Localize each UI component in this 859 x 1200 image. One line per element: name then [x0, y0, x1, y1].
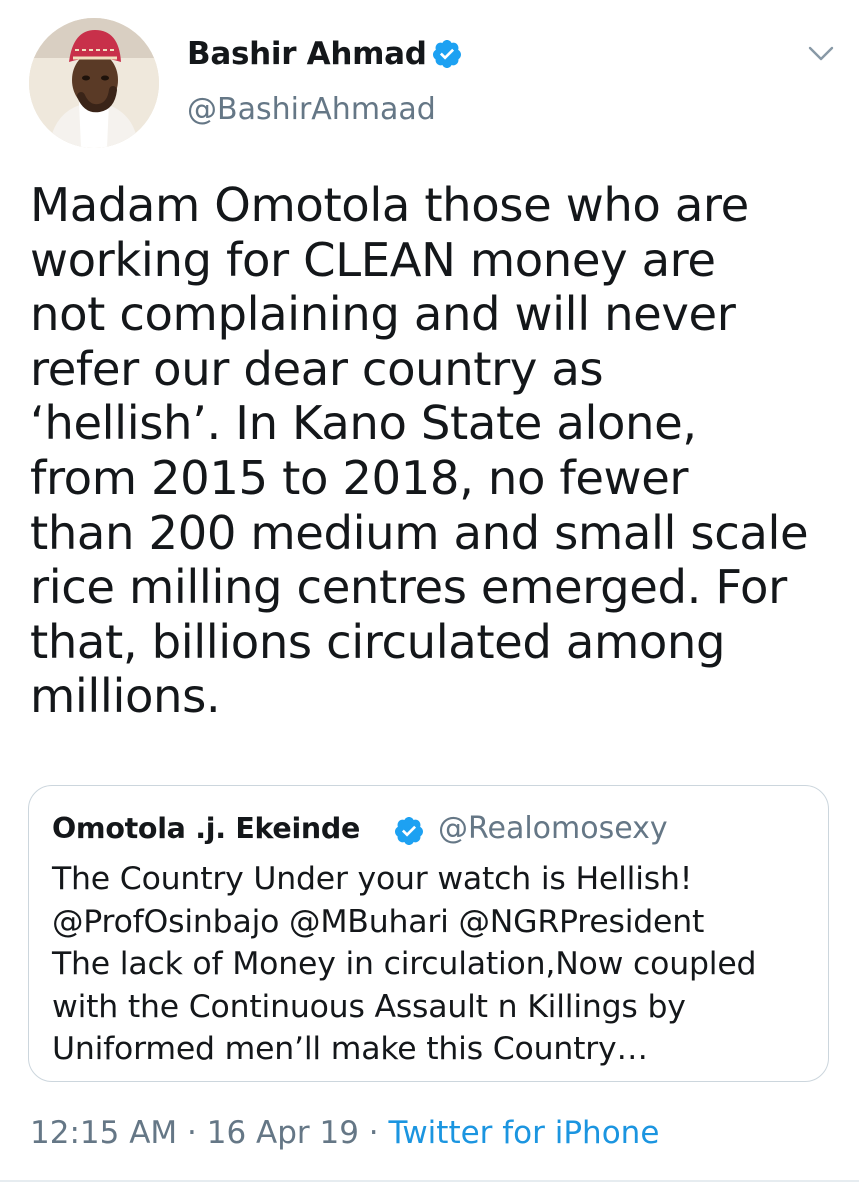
- tweet-text-line: than 200 medium and small scale: [30, 505, 809, 560]
- avatar[interactable]: [29, 18, 159, 148]
- quoted-text-line: The Country Under your watch is Hellish!: [52, 861, 693, 897]
- quoted-author-display-name[interactable]: Omotola .j. Ekeinde: [52, 812, 360, 845]
- verified-badge-icon: [432, 40, 461, 68]
- tweet-source-link[interactable]: Twitter for iPhone: [389, 1115, 660, 1151]
- tweet-time[interactable]: 12:15 AM: [30, 1115, 177, 1151]
- tweet-text-line: rice milling centres emerged. For: [30, 560, 787, 615]
- author-display-name[interactable]: Bashir Ahmad: [187, 36, 427, 72]
- quoted-text-line: Uniformed men’ll make this Country…: [52, 1031, 648, 1067]
- meta-separator: ·: [177, 1115, 207, 1151]
- tweet-text-line: refer our dear country as: [30, 341, 604, 396]
- tweet-metadata: 12:15 AM · 16 Apr 19 · Twitter for iPhon…: [30, 1115, 659, 1151]
- tweet-date[interactable]: 16 Apr 19: [207, 1115, 359, 1151]
- tweet-text-line: that, billions circulated among: [30, 614, 726, 669]
- quoted-text-line: @ProfOsinbajo @MBuhari @NGRPresident: [52, 903, 705, 940]
- chevron-down-icon[interactable]: [806, 42, 836, 66]
- tweet-text-line: not complaining and will never: [30, 287, 736, 342]
- meta-separator: ·: [358, 1115, 389, 1151]
- quoted-text-line: with the Continuous Assault n Killings b…: [52, 988, 686, 1025]
- avatar-image: [29, 18, 159, 148]
- tweet-header: Bashir Ahmad @BashirAhmaad: [0, 0, 859, 170]
- verified-badge-icon: [394, 817, 423, 845]
- tweet-text: Madam Omotola those who are working for …: [30, 178, 845, 724]
- quoted-text-line: The lack of Money in circulation,Now cou…: [52, 946, 757, 982]
- tweet-text-line: from 2015 to 2018, no fewer: [30, 450, 689, 505]
- quoted-tweet-text: The Country Under your watch is Hellish!…: [52, 858, 822, 1071]
- author-handle[interactable]: @BashirAhmaad: [187, 92, 436, 127]
- tweet-text-line: ‘hellish’. In Kano State alone,: [30, 396, 697, 451]
- quoted-author-handle[interactable]: @Realomosexy: [438, 811, 668, 846]
- tweet-text-line: Madam Omotola those who are: [30, 178, 749, 232]
- divider: [0, 1180, 859, 1182]
- tweet-text-line: millions.: [30, 669, 221, 724]
- tweet-text-line: working for CLEAN money are: [30, 232, 716, 287]
